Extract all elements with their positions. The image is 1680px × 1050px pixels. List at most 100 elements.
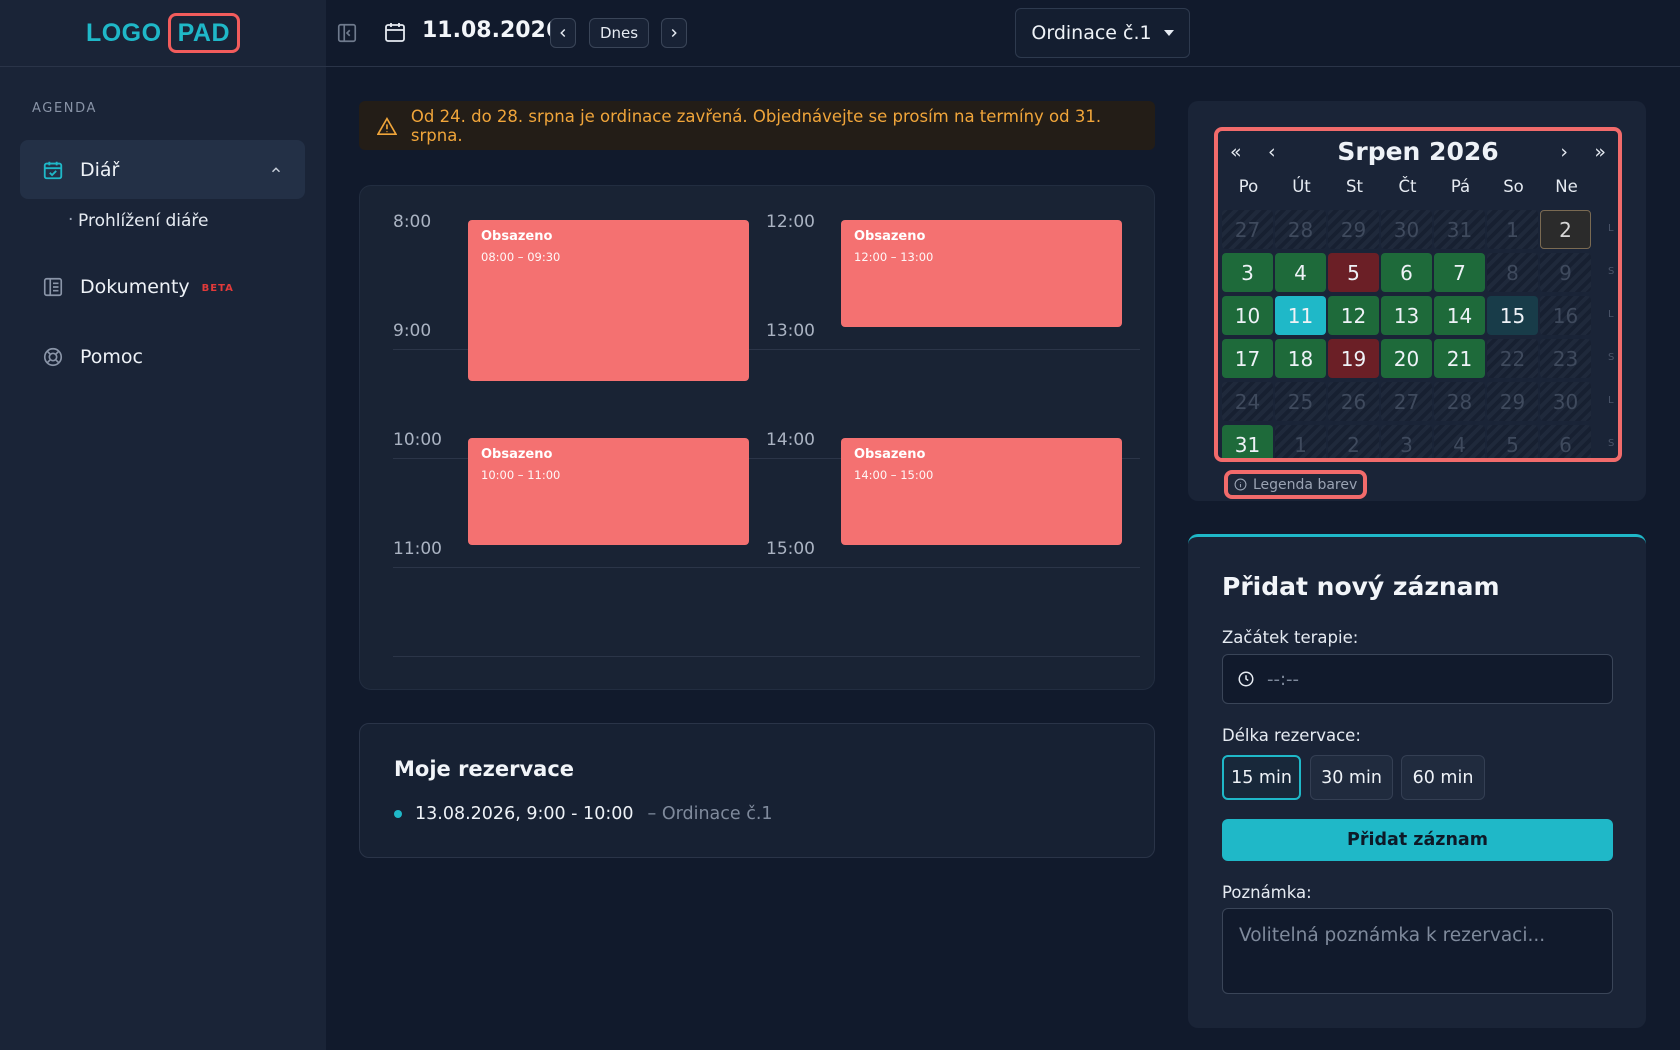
weekday-label: Pá bbox=[1450, 177, 1471, 196]
calendar-day[interactable]: 18 bbox=[1275, 339, 1326, 378]
calendar-header: « ‹ Srpen 2026 › » bbox=[1218, 137, 1618, 169]
calendar-day[interactable]: 29 bbox=[1487, 382, 1538, 421]
calendar-day[interactable]: 11 bbox=[1275, 296, 1326, 335]
weekday-label: So bbox=[1503, 177, 1524, 196]
clinic-select-value: Ordinace č.1 bbox=[1031, 22, 1152, 44]
clinic-select[interactable]: Ordinace č.1 bbox=[1015, 8, 1190, 58]
calendar-day[interactable]: 16 bbox=[1540, 296, 1591, 335]
start-time-input[interactable]: --:-- bbox=[1222, 654, 1613, 704]
busy-event[interactable]: Obsazeno 12:00 – 13:00 bbox=[841, 220, 1122, 327]
calendar-day[interactable]: 1 bbox=[1487, 210, 1538, 249]
duration-label: Délka rezervace: bbox=[1222, 726, 1361, 745]
calendar-day[interactable]: 20 bbox=[1381, 339, 1432, 378]
calendar-day[interactable]: 2 bbox=[1540, 210, 1591, 249]
today-button[interactable]: Dnes bbox=[589, 18, 649, 48]
next-month-icon[interactable]: › bbox=[1560, 141, 1568, 163]
calendar-month-title: Srpen 2026 bbox=[1337, 137, 1499, 166]
calendar-day[interactable]: 7 bbox=[1434, 253, 1485, 292]
calendar-day[interactable]: 17 bbox=[1222, 339, 1273, 378]
notice-text: Od 24. do 28. srpna je ordinace zavřená.… bbox=[410, 106, 1102, 145]
add-record-button[interactable]: Přidat záznam bbox=[1222, 819, 1613, 861]
calendar-day[interactable]: 8 bbox=[1487, 253, 1538, 292]
calendar-icon[interactable] bbox=[383, 20, 407, 48]
reservation-item[interactable]: 13.08.2026, 9:00 - 10:00 – Ordinace č.1 bbox=[394, 804, 773, 824]
document-icon bbox=[40, 274, 66, 300]
duration-15-button[interactable]: 15 min bbox=[1222, 755, 1301, 800]
calendar-day[interactable]: 28 bbox=[1434, 382, 1485, 421]
chevron-left-icon bbox=[560, 28, 566, 38]
clock-icon bbox=[1238, 671, 1254, 687]
weekday-label: St bbox=[1346, 177, 1363, 196]
calendar-day[interactable]: 25 bbox=[1275, 382, 1326, 421]
event-title: Obsazeno bbox=[854, 447, 926, 462]
busy-event[interactable]: Obsazeno 08:00 – 09:30 bbox=[468, 220, 749, 381]
logo[interactable]: LOGO PAD bbox=[0, 0, 326, 67]
next-day-button[interactable] bbox=[661, 18, 687, 48]
next-year-icon[interactable]: » bbox=[1594, 141, 1606, 163]
busy-event[interactable]: Obsazeno 10:00 – 11:00 bbox=[468, 438, 749, 545]
slot-divider bbox=[393, 567, 767, 568]
event-title: Obsazeno bbox=[854, 229, 926, 244]
duration-30-button[interactable]: 30 min bbox=[1310, 755, 1393, 800]
calendar-day[interactable]: 28 bbox=[1275, 210, 1326, 249]
calendar-day[interactable]: 21 bbox=[1434, 339, 1485, 378]
month-calendar: « ‹ Srpen 2026 › » Po Út St Čt Pá So Ne … bbox=[1214, 127, 1622, 462]
calendar-day[interactable]: 2 bbox=[1328, 425, 1379, 458]
week-marker: L bbox=[1608, 223, 1614, 234]
logo-text: LOGO bbox=[85, 18, 162, 47]
sidebar: LOGO PAD AGENDA Diář Prohlížení diáře Do… bbox=[0, 0, 326, 1050]
sidebar-item-pomoc[interactable]: Pomoc bbox=[20, 327, 305, 386]
calendar-day[interactable]: 6 bbox=[1540, 425, 1591, 458]
sidebar-item-dokumenty[interactable]: Dokumenty BETA bbox=[20, 257, 305, 316]
event-time: 14:00 – 15:00 bbox=[854, 468, 934, 482]
prev-day-button[interactable] bbox=[550, 18, 576, 48]
calendar-day[interactable]: 5 bbox=[1487, 425, 1538, 458]
beta-badge: BETA bbox=[201, 283, 234, 294]
info-icon bbox=[1234, 478, 1247, 491]
slot-divider bbox=[766, 567, 1140, 568]
busy-event[interactable]: Obsazeno 14:00 – 15:00 bbox=[841, 438, 1122, 545]
calendar-day[interactable]: 22 bbox=[1487, 339, 1538, 378]
calendar-day[interactable]: 3 bbox=[1381, 425, 1432, 458]
calendar-day[interactable]: 15 bbox=[1487, 296, 1538, 335]
calendar-day[interactable]: 14 bbox=[1434, 296, 1485, 335]
calendar-day[interactable]: 27 bbox=[1222, 210, 1273, 249]
calendar-day[interactable]: 9 bbox=[1540, 253, 1591, 292]
event-title: Obsazeno bbox=[481, 447, 553, 462]
current-date: 11.08.2026 bbox=[422, 18, 562, 43]
bullet-dot bbox=[394, 810, 402, 818]
closure-notice: Od 24. do 28. srpna je ordinace zavřená.… bbox=[359, 101, 1155, 150]
note-textarea[interactable]: Volitelná poznámka k rezervaci... bbox=[1222, 908, 1613, 994]
calendar-day[interactable]: 6 bbox=[1381, 253, 1432, 292]
calendar-day[interactable]: 4 bbox=[1275, 253, 1326, 292]
calendar-day[interactable]: 19 bbox=[1328, 339, 1379, 378]
calendar-day[interactable]: 31 bbox=[1222, 425, 1273, 458]
slot-time: 14:00 bbox=[766, 430, 815, 450]
duration-60-button[interactable]: 60 min bbox=[1401, 755, 1485, 800]
sidebar-item-diar[interactable]: Diář bbox=[20, 140, 305, 199]
sidebar-subitem-prohlizeni[interactable]: Prohlížení diáře bbox=[68, 210, 209, 231]
calendar-day[interactable]: 13 bbox=[1381, 296, 1432, 335]
weekday-label: Ne bbox=[1555, 177, 1578, 196]
calendar-day[interactable]: 24 bbox=[1222, 382, 1273, 421]
calendar-day[interactable]: 5 bbox=[1328, 253, 1379, 292]
calendar-day[interactable]: 4 bbox=[1434, 425, 1485, 458]
calendar-day[interactable]: 27 bbox=[1381, 382, 1432, 421]
slot-divider bbox=[393, 656, 767, 657]
calendar-day[interactable]: 30 bbox=[1540, 382, 1591, 421]
chevron-up-icon[interactable] bbox=[269, 160, 283, 182]
calendar-day[interactable]: 29 bbox=[1328, 210, 1379, 249]
calendar-day[interactable]: 12 bbox=[1328, 296, 1379, 335]
calendar-day[interactable]: 26 bbox=[1328, 382, 1379, 421]
color-legend-button[interactable]: Legenda barev bbox=[1224, 470, 1367, 499]
calendar-day[interactable]: 1 bbox=[1275, 425, 1326, 458]
sidebar-collapse-icon[interactable] bbox=[336, 22, 358, 48]
calendar-day[interactable]: 23 bbox=[1540, 339, 1591, 378]
slot-time: 8:00 bbox=[393, 212, 432, 232]
calendar-day[interactable]: 3 bbox=[1222, 253, 1273, 292]
calendar-day[interactable]: 31 bbox=[1434, 210, 1485, 249]
weekday-label: Čt bbox=[1398, 177, 1417, 196]
week-marker: S bbox=[1608, 266, 1615, 277]
calendar-day[interactable]: 30 bbox=[1381, 210, 1432, 249]
calendar-day[interactable]: 10 bbox=[1222, 296, 1273, 335]
